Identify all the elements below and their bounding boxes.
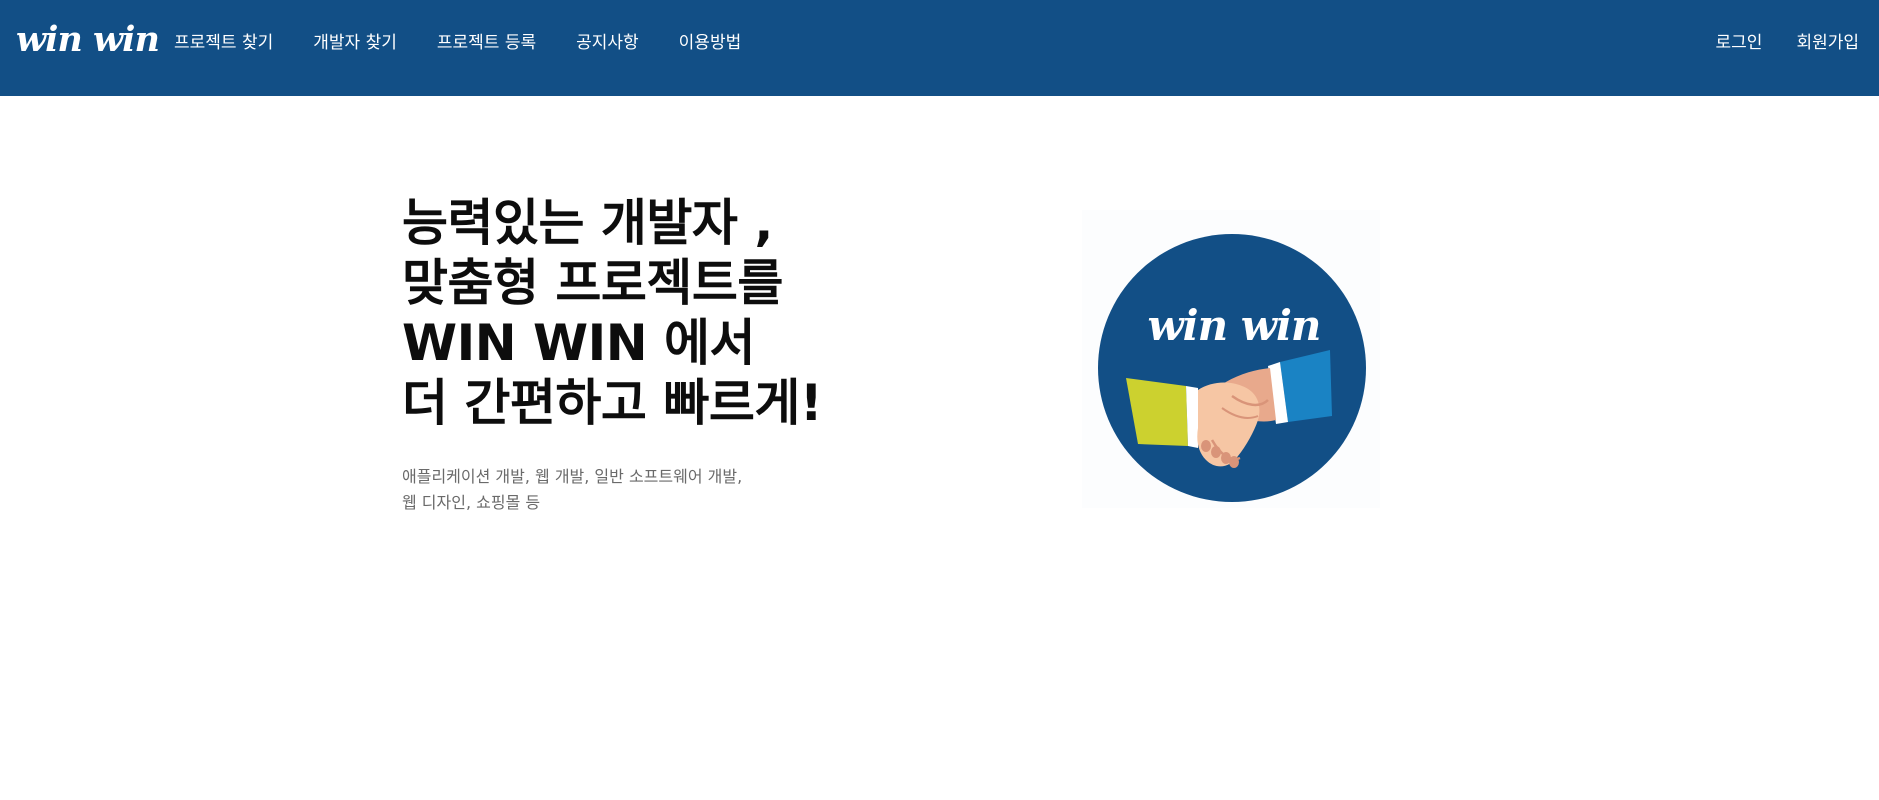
handshake-illustration: win win bbox=[1082, 210, 1380, 508]
hero-title-line: WIN WIN 에서 bbox=[402, 314, 756, 372]
handshake-icon: win win bbox=[1082, 210, 1380, 508]
nav-find-projects[interactable]: 프로젝트 찾기 bbox=[174, 31, 273, 55]
nav-notices[interactable]: 공지사항 bbox=[576, 31, 639, 55]
login-link[interactable]: 로그인 bbox=[1716, 31, 1763, 55]
hero-title: 능력있는 개발자 , 맞춤형 프로젝트를 WIN WIN 에서 더 간편하고 빠… bbox=[402, 193, 823, 433]
auth-nav: 로그인 회원가입 bbox=[1682, 0, 1859, 86]
top-navigation-bar: win win 프로젝트 찾기 개발자 찾기 프로젝트 등록 공지사항 이용방법… bbox=[0, 0, 1879, 96]
nav-how-to-use[interactable]: 이용방법 bbox=[679, 31, 742, 55]
hero-title-line: 더 간편하고 빠르게! bbox=[402, 374, 823, 432]
nav-find-developers[interactable]: 개발자 찾기 bbox=[313, 31, 397, 55]
hero-subtitle-line: 웹 디자인, 쇼핑몰 등 bbox=[402, 493, 541, 512]
hero-subtitle: 애플리케이션 개발, 웹 개발, 일반 소프트웨어 개발, 웹 디자인, 쇼핑몰… bbox=[402, 464, 742, 516]
illustration-logo-text: win win bbox=[1148, 301, 1321, 350]
hero-title-line: 능력있는 개발자 , bbox=[402, 194, 773, 252]
right-sleeve-icon bbox=[1280, 350, 1332, 422]
signup-link[interactable]: 회원가입 bbox=[1796, 31, 1859, 55]
main-nav: 프로젝트 찾기 개발자 찾기 프로젝트 등록 공지사항 이용방법 bbox=[174, 0, 781, 86]
hero-title-line: 맞춤형 프로젝트를 bbox=[402, 254, 783, 312]
site-logo[interactable]: win win bbox=[16, 18, 160, 62]
hero-subtitle-line: 애플리케이션 개발, 웹 개발, 일반 소프트웨어 개발, bbox=[402, 467, 743, 486]
nav-register-project[interactable]: 프로젝트 등록 bbox=[437, 31, 536, 55]
